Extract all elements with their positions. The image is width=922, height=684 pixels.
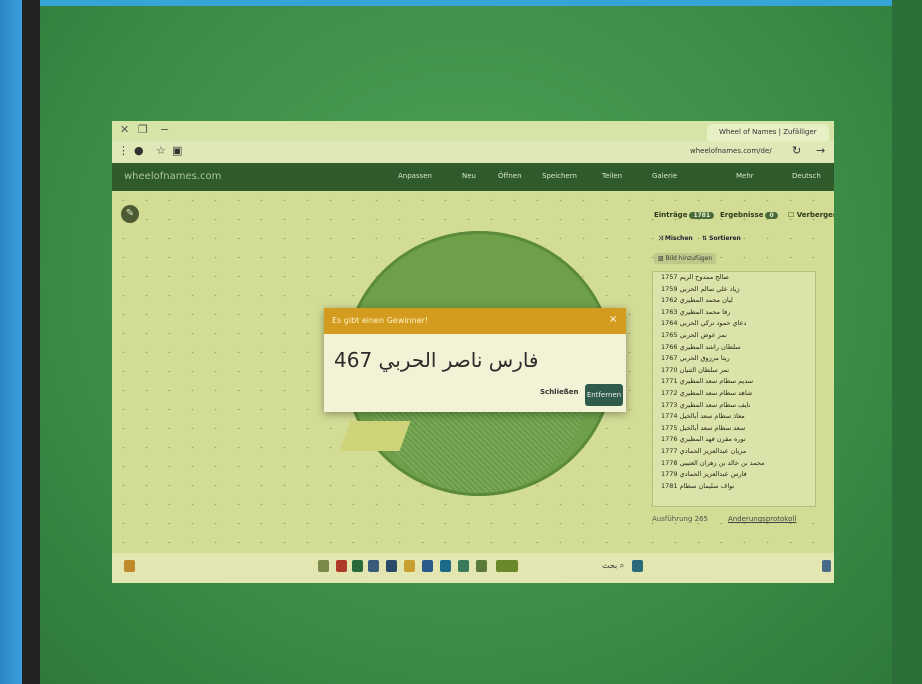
changelog-link[interactable]: Anderungsprotokoll xyxy=(728,515,796,523)
windows-taskbar: بحث ⌕ xyxy=(112,553,834,583)
add-image-button[interactable]: ▨ Bild hinzufügen xyxy=(654,253,717,264)
taskbar-app-icon[interactable] xyxy=(318,560,329,572)
dialog-body: فارس ناصر الحربي 467 Schließen Entfernen xyxy=(324,334,626,412)
dialog-header: Es gibt einen Gewinner! × xyxy=(324,308,626,334)
edit-pencil-icon[interactable]: ✎ xyxy=(121,205,139,223)
remove-button[interactable]: Entfernen xyxy=(585,384,623,406)
weather-icon[interactable] xyxy=(124,560,135,572)
minimize-window-icon[interactable]: − xyxy=(160,123,169,136)
hide-checkbox[interactable]: ☐ Verbergen xyxy=(788,211,834,219)
taskbar-app-icon[interactable] xyxy=(458,560,469,572)
menu-dots-icon[interactable]: ⋮ xyxy=(118,144,129,157)
sort-button[interactable]: ⇅ Sortieren xyxy=(702,235,741,242)
extension-icon[interactable]: ● xyxy=(134,144,144,157)
browser-tab-title: Wheel of Names | Zufälliger xyxy=(719,128,817,136)
winner-name: فارس ناصر الحربي 467 xyxy=(334,348,539,372)
entries-sidebar: Einträge 1781 Ergebnisse 0 ☐ Verbergen ⤨ M… xyxy=(640,205,834,553)
nav-save[interactable]: Speichern xyxy=(542,172,577,180)
taskbar-app-icon[interactable] xyxy=(496,560,518,572)
file-explorer-icon[interactable] xyxy=(404,560,415,572)
nav-new[interactable]: Neu xyxy=(462,172,476,180)
list-item: شاهد سطام سعد المطيري 1772 xyxy=(661,388,753,397)
chrome-icon[interactable] xyxy=(352,560,363,572)
close-button[interactable]: Schließen xyxy=(540,388,579,396)
taskbar-app-icon[interactable] xyxy=(336,560,347,572)
photo-frame-left xyxy=(0,0,22,684)
browser-tab-strip: ✕ ❐ − Wheel of Names | Zufälliger xyxy=(112,121,834,141)
forward-icon[interactable]: → xyxy=(816,144,825,157)
close-icon[interactable]: × xyxy=(609,314,617,325)
site-logo[interactable]: wheelofnames.com xyxy=(124,171,221,182)
nav-share[interactable]: Teilen xyxy=(602,172,622,180)
list-item: معاذ سطام سعد أبالخيل 1774 xyxy=(661,412,745,421)
hide-label: Verbergen xyxy=(796,211,834,219)
edge-icon[interactable] xyxy=(440,560,451,572)
list-item: محمد بن خالد بن زهران العتيبي 1778 xyxy=(661,458,765,467)
list-item: فارس عبدالعزيز الحمادي 1779 xyxy=(661,470,747,479)
sort-label: Sortieren xyxy=(709,235,741,242)
app-navbar: wheelofnames.com Anpassen Neu Öffnen Spe… xyxy=(112,163,834,191)
shuffle-button[interactable]: ⤨ Mischen xyxy=(658,235,693,243)
list-item: نوره مقرن فهد المطيري 1776 xyxy=(661,435,746,444)
taskbar-app-icon[interactable] xyxy=(368,560,379,572)
list-item: دعاي حمود تركي الحربي 1764 xyxy=(661,319,747,328)
wall-right-edge xyxy=(892,0,922,684)
taskbar-search[interactable]: بحث ⌕ xyxy=(602,561,624,571)
list-item: نمر عوض الحربي 1765 xyxy=(661,330,727,339)
restore-window-icon[interactable]: ❐ xyxy=(138,123,148,136)
tab-entries[interactable]: Einträge 1781 xyxy=(654,211,715,219)
list-item: سديم سطام سعد المطيري 1771 xyxy=(661,377,754,386)
store-icon[interactable] xyxy=(422,560,433,572)
entries-textarea[interactable]: صالح ممدوح الريم 1757 زياد علي سالم الحر… xyxy=(652,271,816,507)
tab-results-label: Ergebnisse xyxy=(720,211,764,219)
list-item: زياد علي سالم الحربي 1759 xyxy=(661,284,740,293)
show-desktop-icon[interactable] xyxy=(822,560,831,572)
dialog-title: Es gibt einen Gewinner! xyxy=(332,316,429,325)
winner-dialog: Es gibt einen Gewinner! × فارس ناصر الحر… xyxy=(324,308,626,412)
tab-results[interactable]: Ergebnisse 0 xyxy=(720,211,778,219)
search-icon: ⌕ xyxy=(619,561,625,570)
list-item: مزيان عبدالعزيز الحمادي 1777 xyxy=(661,446,747,455)
shuffle-icon: ⤨ xyxy=(658,235,663,242)
tab-entries-label: Einträge xyxy=(654,211,688,219)
list-item: نايف سطام سعد المطيري 1773 xyxy=(661,400,751,409)
wheel-winning-slice xyxy=(339,421,411,451)
add-image-label: Bild hinzufügen xyxy=(665,255,713,262)
nav-language[interactable]: Deutsch xyxy=(792,172,821,180)
list-item: سلطان راشد المطيري 1766 xyxy=(661,342,741,351)
taskbar-app-icon[interactable] xyxy=(476,560,487,572)
list-item: نمر سلطان الثنيان 1770 xyxy=(661,365,730,374)
list-item: صالح ممدوح الريم 1757 xyxy=(661,273,729,281)
address-bar: ⋮ ● ☆ ▣ wheelofnames.com/de/ ↻ → xyxy=(112,141,834,163)
url-field[interactable]: wheelofnames.com/de/ xyxy=(690,147,772,155)
list-item: ليان محمد المطيري 1762 xyxy=(661,296,733,305)
sort-icon: ⇅ xyxy=(702,235,708,242)
entries-footer-count: Ausführung 265 xyxy=(652,515,708,523)
puzzle-icon[interactable]: ▣ xyxy=(172,144,182,157)
reload-icon[interactable]: ↻ xyxy=(792,144,801,157)
close-window-icon[interactable]: ✕ xyxy=(120,123,129,136)
list-item: رفا محمد المطيري 1763 xyxy=(661,307,731,316)
start-icon[interactable] xyxy=(632,560,643,572)
list-item: سعد سطام سعد أبالخيل 1775 xyxy=(661,423,746,432)
nav-customize[interactable]: Anpassen xyxy=(398,172,432,180)
shuffle-label: Mischen xyxy=(664,235,693,242)
list-item: ريتا مرزوق الحربي 1767 xyxy=(661,354,730,363)
results-count-badge: 0 xyxy=(765,212,778,219)
nav-open[interactable]: Öffnen xyxy=(498,172,522,180)
nav-gallery[interactable]: Galerie xyxy=(652,172,677,180)
search-label: بحث xyxy=(602,561,618,570)
bookmark-star-icon[interactable]: ☆ xyxy=(156,144,166,157)
browser-tab[interactable]: Wheel of Names | Zufälliger xyxy=(707,124,829,141)
entries-count-badge: 1781 xyxy=(689,212,715,219)
wall-dark-stripe xyxy=(22,0,40,684)
list-item: نواف سليمان سطام 1781 xyxy=(661,481,735,490)
image-icon: ▨ xyxy=(658,255,664,262)
taskbar-app-icon[interactable] xyxy=(386,560,397,572)
nav-more[interactable]: Mehr xyxy=(736,172,754,180)
